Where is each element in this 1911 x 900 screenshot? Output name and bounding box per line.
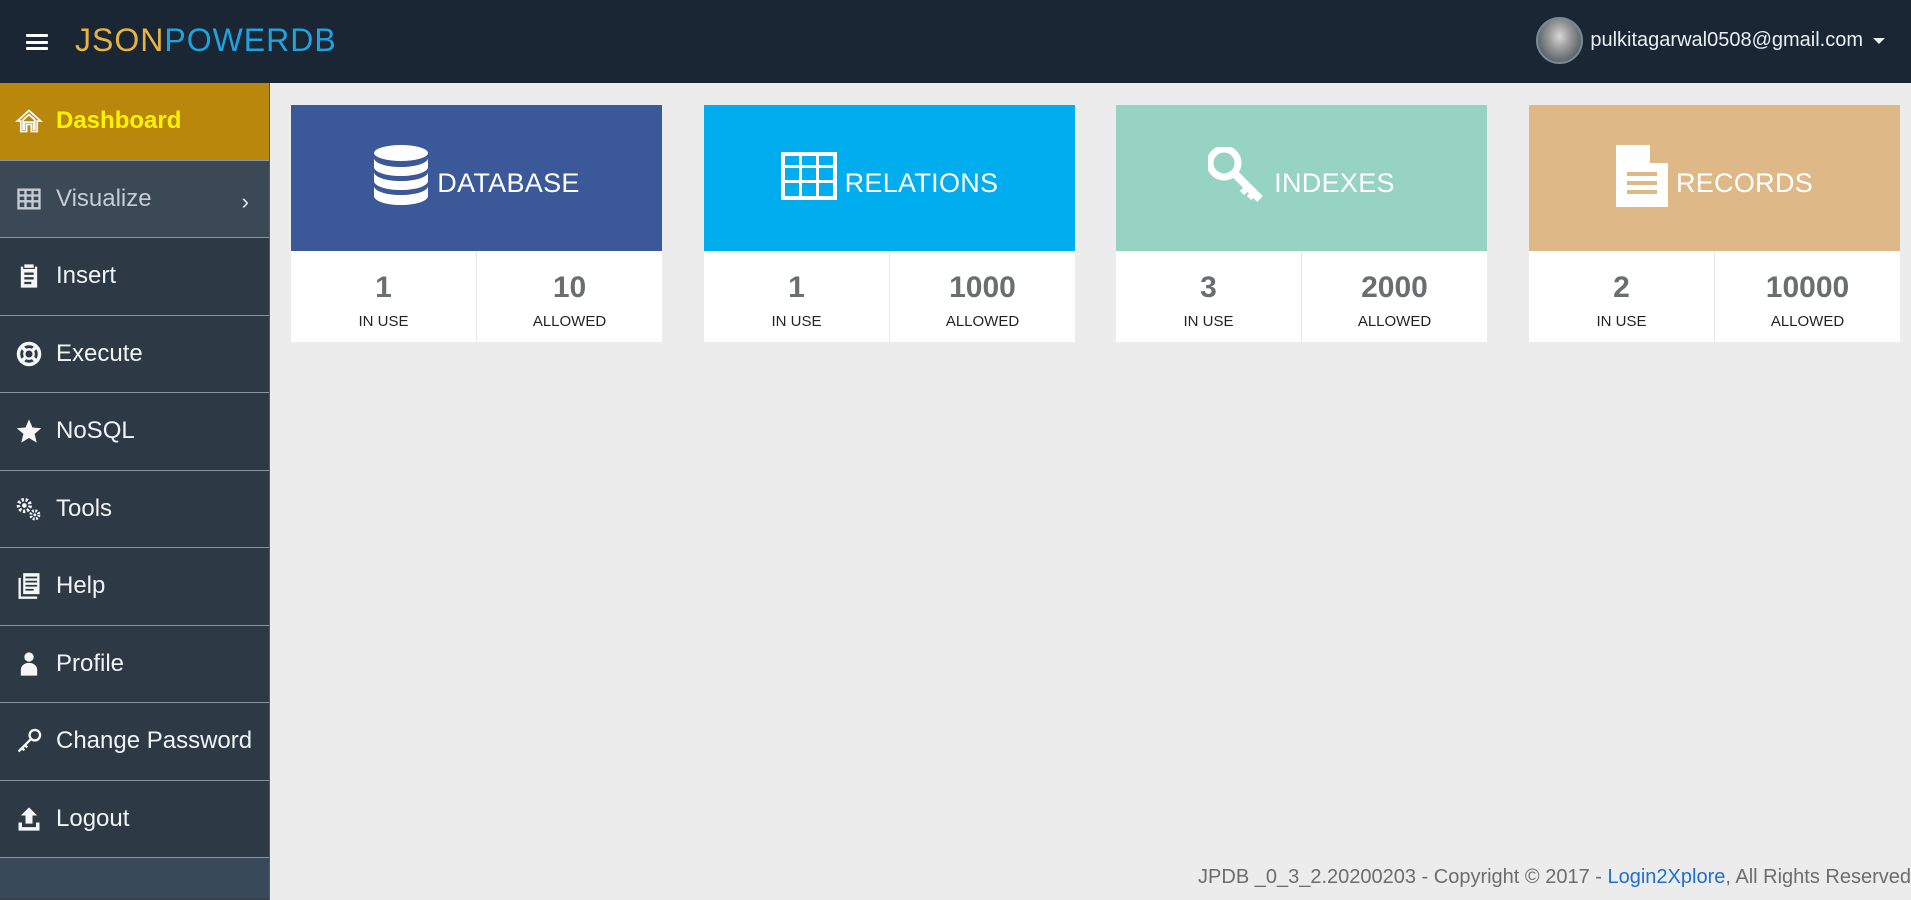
stat-label: IN USE — [1596, 313, 1647, 330]
footer: JPDB _0_3_2.20200203 - Copyright © 2017 … — [1198, 866, 1911, 889]
table-icon — [780, 151, 837, 205]
stat-allowed: 2000 ALLOWED — [1301, 251, 1487, 342]
chevron-right-icon: › — [241, 188, 249, 214]
stat-in-use: 1 IN USE — [704, 251, 889, 342]
card-stats: 3 IN USE 2000 ALLOWED — [1116, 251, 1487, 342]
stat-value: 1 — [788, 271, 805, 304]
sidebar-item-label: Dashboard — [56, 107, 182, 135]
sidebar-item-label: Visualize — [56, 184, 152, 212]
stat-in-use: 1 IN USE — [291, 251, 476, 342]
user-icon — [14, 649, 44, 679]
sidebar: Dashboard Visualize › Insert Execute NoS… — [0, 83, 270, 900]
stat-value: 2 — [1613, 271, 1630, 304]
sidebar-item-execute[interactable]: Execute — [0, 315, 269, 393]
card-stats: 1 IN USE 1000 ALLOWED — [704, 251, 1075, 342]
card-title: INDEXES — [1274, 167, 1395, 198]
sidebar-item-insert[interactable]: Insert — [0, 238, 269, 316]
sidebar-filler — [0, 858, 269, 898]
sidebar-item-dashboard[interactable]: Dashboard — [0, 83, 269, 161]
stat-allowed: 10 ALLOWED — [476, 251, 662, 342]
sidebar-item-label: Change Password — [56, 727, 253, 755]
card-title: RECORDS — [1675, 167, 1814, 198]
stat-label: ALLOWED — [945, 313, 1020, 330]
key-icon — [1206, 145, 1266, 210]
stat-allowed: 10000 ALLOWED — [1714, 251, 1900, 342]
sidebar-item-label: NoSQL — [56, 417, 135, 445]
upload-icon — [14, 804, 44, 834]
sidebar-item-visualize[interactable]: Visualize › — [0, 160, 269, 238]
avatar[interactable] — [1536, 17, 1584, 64]
stat-in-use: 2 IN USE — [1529, 251, 1714, 342]
sidebar-item-profile[interactable]: Profile — [0, 625, 269, 703]
life-ring-icon — [14, 339, 44, 369]
sidebar-item-label: Help — [56, 572, 106, 600]
user-email[interactable]: pulkitagarwal0508@gmail.com — [1590, 29, 1863, 52]
home-icon — [14, 106, 44, 136]
user-menu[interactable]: pulkitagarwal0508@gmail.com — [1536, 17, 1885, 64]
sidebar-item-tools[interactable]: Tools — [0, 470, 269, 548]
top-navbar: JSONPOWERDB pulkitagarwal0508@gmail.com — [0, 0, 1911, 83]
stat-in-use: 3 IN USE — [1116, 251, 1301, 342]
stat-value: 1000 — [949, 271, 1016, 304]
sidebar-item-label: Profile — [56, 649, 125, 677]
brand-logo[interactable]: JSONPOWERDB — [75, 22, 337, 59]
card-title: DATABASE — [437, 167, 580, 198]
card-header: RECORDS — [1529, 105, 1900, 251]
stat-label: IN USE — [1183, 313, 1234, 330]
card-database: DATABASE 1 IN USE 10 ALLOWED — [291, 105, 662, 342]
gears-icon — [14, 494, 44, 524]
card-title: RELATIONS — [844, 167, 999, 198]
stat-value: 10000 — [1765, 271, 1850, 304]
sidebar-item-help[interactable]: Help — [0, 548, 269, 626]
caret-down-icon[interactable] — [1873, 37, 1885, 44]
footer-copyright: JPDB _0_3_2.20200203 - Copyright © 2017 … — [1198, 866, 1608, 888]
card-stats: 1 IN USE 10 ALLOWED — [291, 251, 662, 342]
document-list-icon — [14, 571, 44, 601]
brand-text-json: JSON — [75, 22, 165, 58]
stat-value: 2000 — [1361, 271, 1428, 304]
card-relations: RELATIONS 1 IN USE 1000 ALLOWED — [704, 105, 1075, 342]
brand-text-powerdb: POWERDB — [164, 22, 337, 58]
clipboard-icon — [14, 261, 44, 291]
sidebar-item-label: Insert — [56, 262, 117, 290]
sidebar-item-label: Execute — [56, 339, 143, 367]
sidebar-item-nosql[interactable]: NoSQL — [0, 393, 269, 471]
stat-label: ALLOWED — [1357, 313, 1432, 330]
sidebar-item-label: Logout — [56, 804, 130, 832]
card-indexes: INDEXES 3 IN USE 2000 ALLOWED — [1116, 105, 1487, 342]
sidebar-item-label: Tools — [56, 494, 113, 522]
table-grid-icon — [14, 184, 44, 214]
stat-value: 3 — [1200, 271, 1217, 304]
sidebar-item-logout[interactable]: Logout — [0, 780, 269, 858]
footer-company-link[interactable]: Login2Xplore — [1607, 866, 1725, 888]
card-header: DATABASE — [291, 105, 662, 251]
stat-label: ALLOWED — [532, 313, 607, 330]
stat-value: 1 — [375, 271, 392, 304]
card-records: RECORDS 2 IN USE 10000 ALLOWED — [1529, 105, 1900, 342]
card-header: RELATIONS — [704, 105, 1075, 251]
stat-value: 10 — [552, 271, 587, 304]
stat-label: IN USE — [771, 313, 822, 330]
card-header: INDEXES — [1116, 105, 1487, 251]
sidebar-item-change-password[interactable]: Change Password — [0, 703, 269, 781]
stat-label: ALLOWED — [1770, 313, 1845, 330]
file-icon — [1615, 144, 1668, 212]
database-icon — [373, 144, 429, 212]
star-icon — [14, 416, 44, 446]
key-icon — [14, 726, 44, 756]
stat-allowed: 1000 ALLOWED — [889, 251, 1075, 342]
stat-label: IN USE — [358, 313, 409, 330]
footer-rights: , All Rights Reserved — [1725, 866, 1911, 888]
menu-toggle-icon[interactable] — [26, 34, 48, 50]
card-stats: 2 IN USE 10000 ALLOWED — [1529, 251, 1900, 342]
